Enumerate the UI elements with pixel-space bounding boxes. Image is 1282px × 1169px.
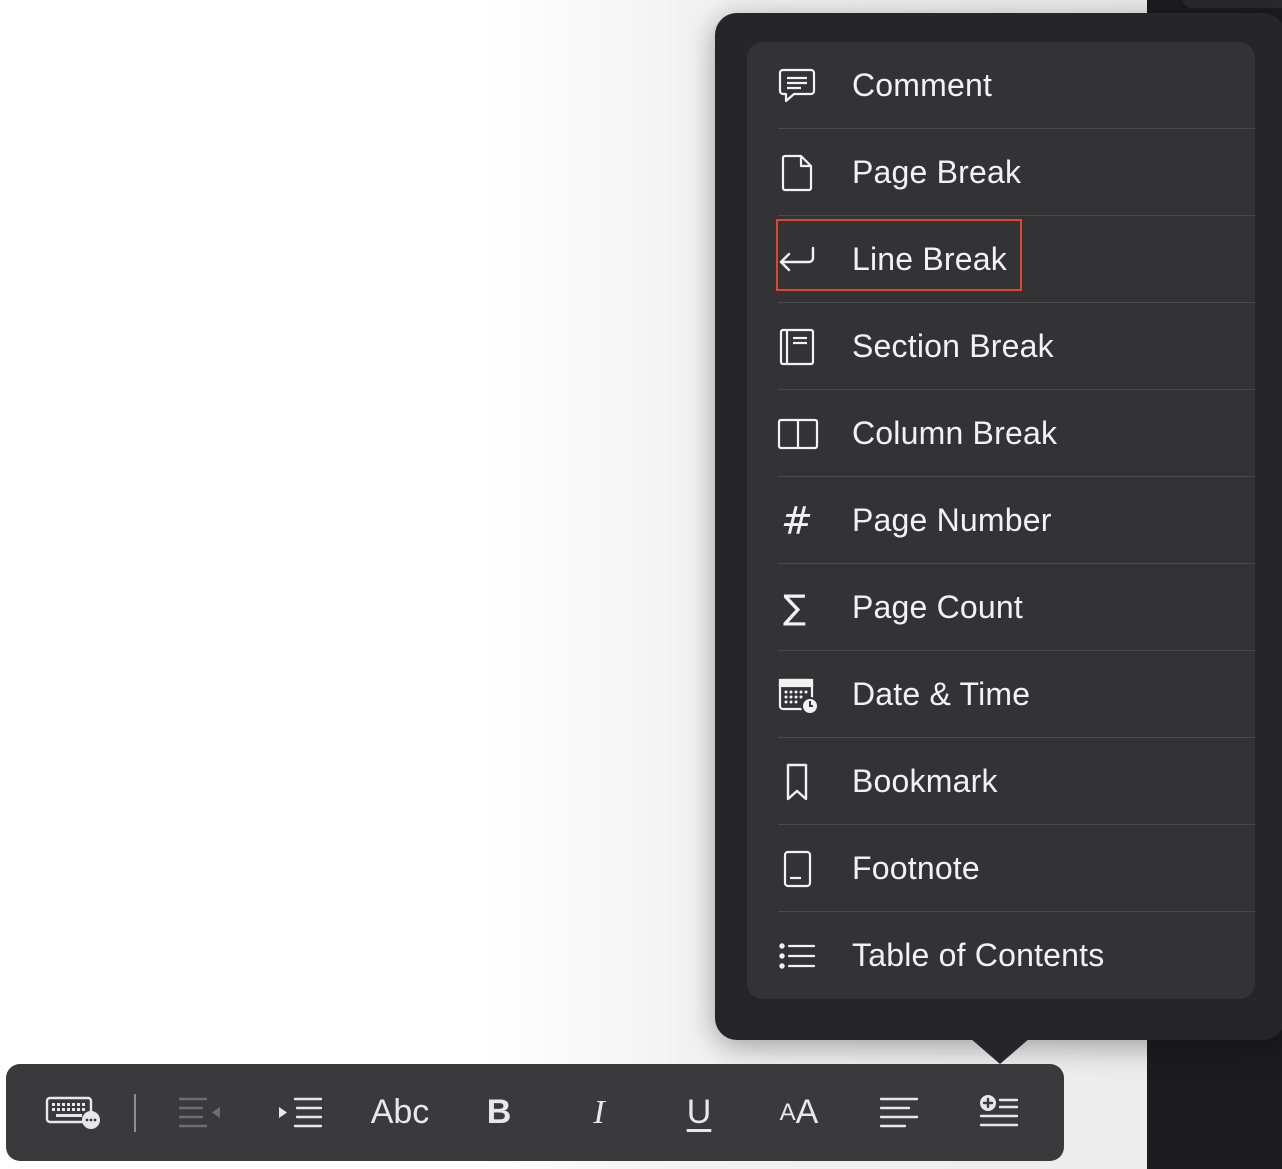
italic-label: I bbox=[593, 1093, 605, 1131]
menu-item-label: Section Break bbox=[852, 328, 1054, 364]
font-size-large-label: A bbox=[795, 1093, 819, 1131]
increase-indent-icon bbox=[279, 1097, 323, 1127]
page-break-icon bbox=[777, 153, 821, 193]
menu-item-bookmark[interactable]: Bookmark bbox=[747, 738, 1255, 825]
menu-item-page-count[interactable]: ∑ Page Count bbox=[747, 564, 1255, 651]
menu-item-label: Bookmark bbox=[852, 763, 998, 799]
bold-button[interactable]: B bbox=[459, 1064, 539, 1161]
menu-item-label: Page Number bbox=[852, 502, 1052, 538]
section-break-icon bbox=[777, 327, 821, 367]
insert-menu: Comment Page Break Line Break Section Br… bbox=[747, 42, 1255, 999]
sigma-icon: ∑ bbox=[777, 588, 821, 628]
menu-item-label: Comment bbox=[852, 67, 993, 103]
bookmark-icon bbox=[777, 762, 821, 802]
hash-glyph: # bbox=[781, 499, 813, 543]
menu-item-page-number[interactable]: # Page Number bbox=[747, 477, 1255, 564]
sigma-glyph: ∑ bbox=[783, 588, 806, 628]
align-left-icon bbox=[879, 1097, 919, 1127]
menu-item-label: Date & Time bbox=[852, 676, 1031, 712]
format-toolbar: Abc B I U AA bbox=[6, 1064, 1064, 1161]
underline-button[interactable]: U bbox=[659, 1064, 739, 1161]
menu-item-line-break[interactable]: Line Break bbox=[747, 216, 1255, 303]
styles-label: Abc bbox=[370, 1093, 430, 1131]
menu-item-table-of-contents[interactable]: Table of Contents bbox=[747, 912, 1255, 999]
keyboard-icon bbox=[45, 1096, 100, 1129]
menu-item-date-time[interactable]: Date & Time bbox=[747, 651, 1255, 738]
menu-item-label: Line Break bbox=[852, 241, 1007, 277]
menu-item-label: Column Break bbox=[852, 415, 1058, 451]
hash-icon: # bbox=[777, 501, 821, 541]
line-break-icon bbox=[777, 240, 821, 280]
font-size-button[interactable]: AA bbox=[759, 1064, 839, 1161]
toolbar-divider bbox=[134, 1094, 136, 1132]
increase-indent-button[interactable] bbox=[260, 1064, 340, 1161]
menu-item-label: Table of Contents bbox=[852, 937, 1105, 973]
decrease-indent-button[interactable] bbox=[161, 1064, 241, 1161]
comment-icon bbox=[777, 66, 821, 106]
menu-item-column-break[interactable]: Column Break bbox=[747, 390, 1255, 477]
column-break-icon bbox=[777, 414, 821, 454]
calendar-clock-icon bbox=[777, 675, 821, 715]
insert-icon bbox=[979, 1094, 1019, 1126]
decrease-indent-icon bbox=[178, 1097, 220, 1127]
footnote-icon bbox=[777, 849, 821, 889]
menu-item-label: Page Break bbox=[852, 154, 1022, 190]
paragraph-align-button[interactable] bbox=[859, 1064, 939, 1161]
panel-handle bbox=[1183, 0, 1282, 8]
menu-item-section-break[interactable]: Section Break bbox=[747, 303, 1255, 390]
popover-arrow bbox=[970, 1038, 1030, 1064]
styles-button[interactable]: Abc bbox=[360, 1064, 440, 1161]
menu-item-page-break[interactable]: Page Break bbox=[747, 129, 1255, 216]
font-size-small-label: A bbox=[779, 1098, 796, 1126]
menu-item-footnote[interactable]: Footnote bbox=[747, 825, 1255, 912]
keyboard-toggle-button[interactable] bbox=[34, 1064, 114, 1161]
list-icon bbox=[777, 936, 821, 976]
menu-item-comment[interactable]: Comment bbox=[747, 42, 1255, 129]
bold-label: B bbox=[486, 1093, 512, 1131]
underline-label: U bbox=[686, 1093, 712, 1131]
italic-button[interactable]: I bbox=[559, 1064, 639, 1161]
insert-button[interactable] bbox=[959, 1064, 1039, 1161]
menu-item-label: Page Count bbox=[852, 589, 1024, 625]
menu-item-label: Footnote bbox=[852, 850, 980, 886]
